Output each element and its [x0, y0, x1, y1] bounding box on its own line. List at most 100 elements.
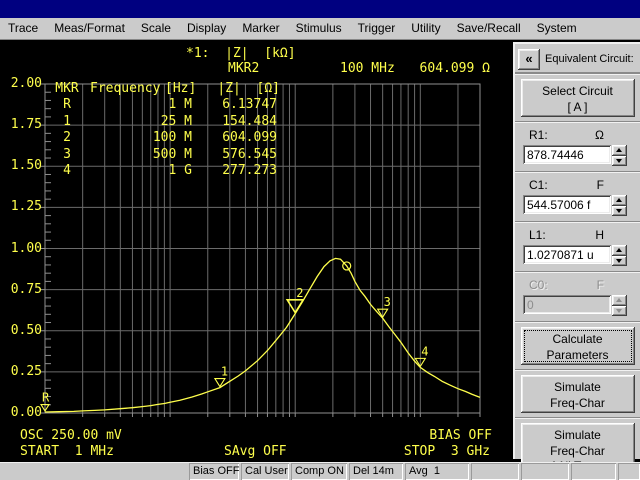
bias-state-readout: BIAS OFF: [429, 428, 492, 443]
status-spacer: [0, 463, 189, 480]
marker-3-label: 3: [384, 295, 391, 309]
calculate-parameters-button[interactable]: Calculate Parameters: [520, 327, 635, 365]
marker-table-cell: 1 G: [168, 162, 192, 178]
param-group-r1: R1: Ω: [515, 122, 640, 172]
spin-up-icon[interactable]: [612, 245, 627, 256]
marker-table-cell: R: [63, 97, 71, 113]
marker-table-cell: 1 M: [168, 97, 192, 113]
y-tick-label: 1.25: [10, 199, 42, 215]
menu-trace[interactable]: Trace: [0, 18, 46, 39]
marker-1-label: 1: [221, 365, 228, 379]
calculate-section: Calculate Parameters: [515, 322, 640, 370]
panel-title: Equivalent Circuit:: [545, 53, 634, 65]
marker-table: MKR Frequency [Hz] |Z| [Ω] R 1 M 6.13747 1 25 M1…: [52, 81, 284, 179]
param-l1-spinner: [612, 245, 627, 266]
softkey-panel-header: « Equivalent Circuit:: [515, 44, 640, 74]
menu-marker[interactable]: Marker: [234, 18, 287, 39]
param-c1-label: C1:: [529, 178, 548, 192]
status-empty-2: [521, 463, 569, 480]
instrument-screen: R1234 *1: |Z| [kΩ] MKR2 100 MHz 604.099 …: [0, 40, 640, 462]
analyzer-window: Trace 1 - E4991A RF Impedance/Material A…: [0, 0, 640, 480]
marker-R-label: R: [42, 391, 50, 405]
param-c0-label: C0:: [529, 278, 548, 292]
spin-up-icon[interactable]: [612, 195, 627, 206]
y-tick-label: 1.75: [10, 117, 42, 133]
status-avg: Avg 1: [405, 463, 469, 480]
active-marker-value: 604.099 Ω: [419, 61, 490, 76]
spin-up-icon[interactable]: [612, 145, 627, 156]
status-delay: Del 14m: [349, 463, 403, 480]
marker-table-header-cell: Frequency: [90, 81, 161, 96]
select-circuit-button[interactable]: Select Circuit [ A ]: [520, 79, 635, 117]
marker-table-cell: 277.273: [222, 162, 277, 178]
marker-table-row: 1 25 M 154.484: [52, 114, 284, 130]
spin-down-icon[interactable]: [612, 155, 627, 166]
status-empty-3: [571, 463, 616, 480]
marker-table-header-cell: [Hz]: [165, 81, 197, 96]
y-tick-label: 0.50: [10, 322, 42, 338]
param-l1-label: L1:: [529, 228, 546, 242]
simulate-all-traces-button[interactable]: Simulate Freq-Char of All Traces: [520, 423, 635, 462]
menu-trigger[interactable]: Trigger: [350, 18, 404, 39]
y-tick-label: 0.25: [10, 363, 42, 379]
param-c1-input[interactable]: [523, 195, 611, 214]
marker-table-cell: 604.099: [222, 130, 277, 146]
menu-utility[interactable]: Utility: [403, 18, 448, 39]
marker-table-cell: 1: [63, 113, 71, 129]
sim-line2: Freq-Char: [550, 395, 605, 410]
menu-display[interactable]: Display: [179, 18, 234, 39]
marker-table-cell: 3: [63, 146, 71, 162]
window-titlebar[interactable]: Trace 1 - E4991A RF Impedance/Material A…: [0, 0, 640, 34]
y-tick-label: 1.50: [10, 158, 42, 174]
param-r1-input[interactable]: [523, 145, 611, 164]
marker-2-label: 2: [296, 286, 303, 300]
menu-bar: Trace Meas/Format Scale Display Marker S…: [0, 18, 640, 40]
param-l1-unit: H: [595, 228, 604, 242]
menu-stimulus[interactable]: Stimulus: [288, 18, 350, 39]
select-circuit-line1: Select Circuit: [542, 84, 613, 98]
menu-scale[interactable]: Scale: [133, 18, 179, 39]
status-bar: Bias OFF Cal User Comp ON Del 14m Avg 1: [0, 462, 640, 480]
marker-table-header-cell: |Z| [Ω]: [217, 81, 280, 96]
spin-down-icon[interactable]: [612, 255, 627, 266]
menu-meas-format[interactable]: Meas/Format: [46, 18, 133, 39]
status-empty-1: [471, 463, 519, 480]
y-tick-label: 2.00: [10, 76, 42, 91]
marker-4-label: 4: [421, 344, 428, 358]
marker-table-header-cell: MKR: [55, 81, 79, 96]
param-c0-input: [523, 295, 611, 314]
menu-system[interactable]: System: [529, 18, 585, 39]
y-tick-label: 1.00: [10, 240, 42, 256]
active-marker-label: MKR2: [228, 61, 260, 76]
marker-table-row: R 1 M 6.13747: [52, 97, 284, 113]
status-cal: Cal User: [241, 463, 289, 480]
spin-down-icon[interactable]: [612, 205, 627, 216]
y-tick-label: 0.00: [10, 405, 42, 420]
marker-table-cell: 154.484: [222, 113, 277, 129]
param-c0-spinner: [612, 295, 627, 316]
start-freq-readout: START 1 MHz: [20, 444, 114, 459]
sweep-avg-readout: SAvg OFF: [224, 444, 287, 459]
marker-table-cell: 576.545: [222, 146, 277, 162]
param-r1-spinner: [612, 145, 627, 166]
param-r1-unit: Ω: [595, 128, 604, 142]
param-l1-input[interactable]: [523, 245, 611, 264]
param-r1-label: R1:: [529, 128, 548, 142]
osc-level-readout: OSC 250.00 mV: [20, 428, 122, 443]
trace-format-label: *1: |Z| [kΩ]: [186, 46, 296, 61]
simulate-freq-char-button[interactable]: Simulate Freq-Char: [520, 375, 635, 413]
menu-save-recall[interactable]: Save/Recall: [449, 18, 529, 39]
panel-collapse-button[interactable]: «: [518, 48, 540, 70]
y-tick-label: 0.75: [10, 281, 42, 297]
simulate-all-section: Simulate Freq-Char of All Traces: [515, 418, 640, 462]
param-group-c1: C1: F: [515, 172, 640, 222]
spin-down-icon: [612, 305, 627, 316]
select-circuit-line2: [ A ]: [567, 99, 588, 114]
calc-line1: Calculate: [552, 332, 603, 346]
status-bias: Bias OFF: [189, 463, 239, 480]
param-group-c0: C0: F: [515, 272, 640, 322]
select-circuit-section: Select Circuit [ A ]: [515, 74, 640, 122]
marker-table-row: 2 100 M 604.099: [52, 130, 284, 146]
marker-table-cell: 4: [63, 162, 71, 178]
param-group-l1: L1: H: [515, 222, 640, 272]
